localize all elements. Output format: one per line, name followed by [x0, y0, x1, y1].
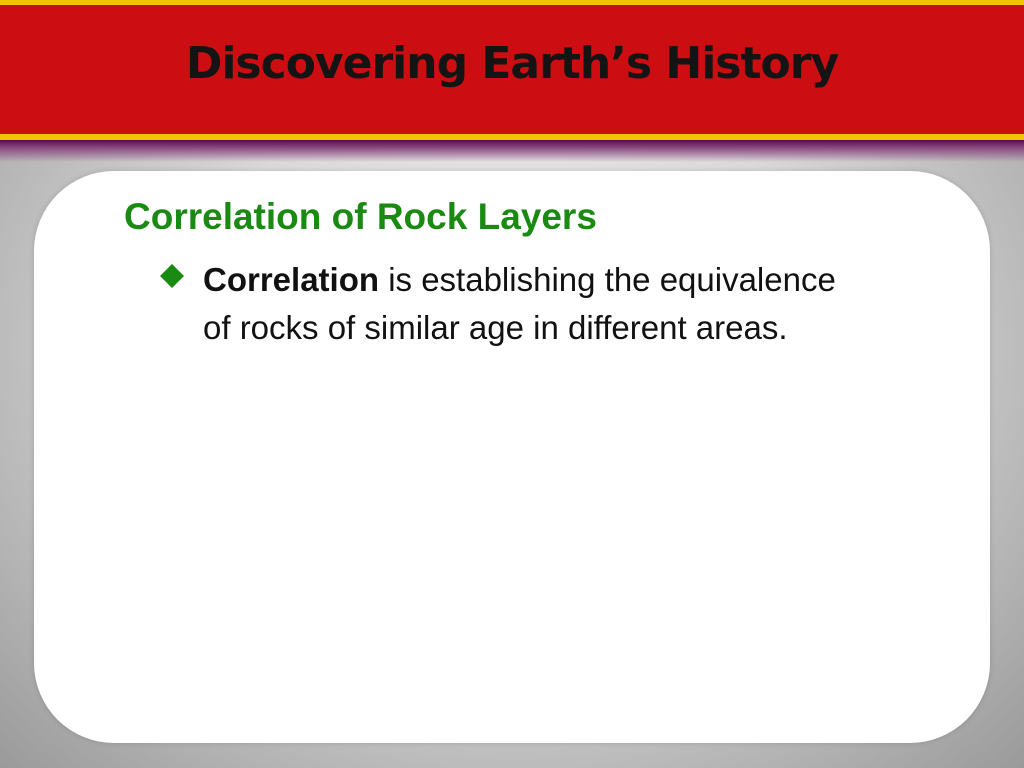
- bullet-text-line-2: of rocks of similar age in different are…: [203, 309, 788, 346]
- bullet-text: Correlation is establishing the equivale…: [203, 256, 983, 352]
- slide-title: Discovering Earth’s History: [185, 38, 839, 89]
- section-heading: Correlation of Rock Layers: [124, 196, 597, 237]
- diamond-bullet-icon: [160, 264, 184, 288]
- title-banner-shadow: [0, 140, 1024, 162]
- bullet-text-line-1: is establishing the equivalence: [379, 261, 836, 298]
- bullet-term: Correlation: [203, 261, 380, 298]
